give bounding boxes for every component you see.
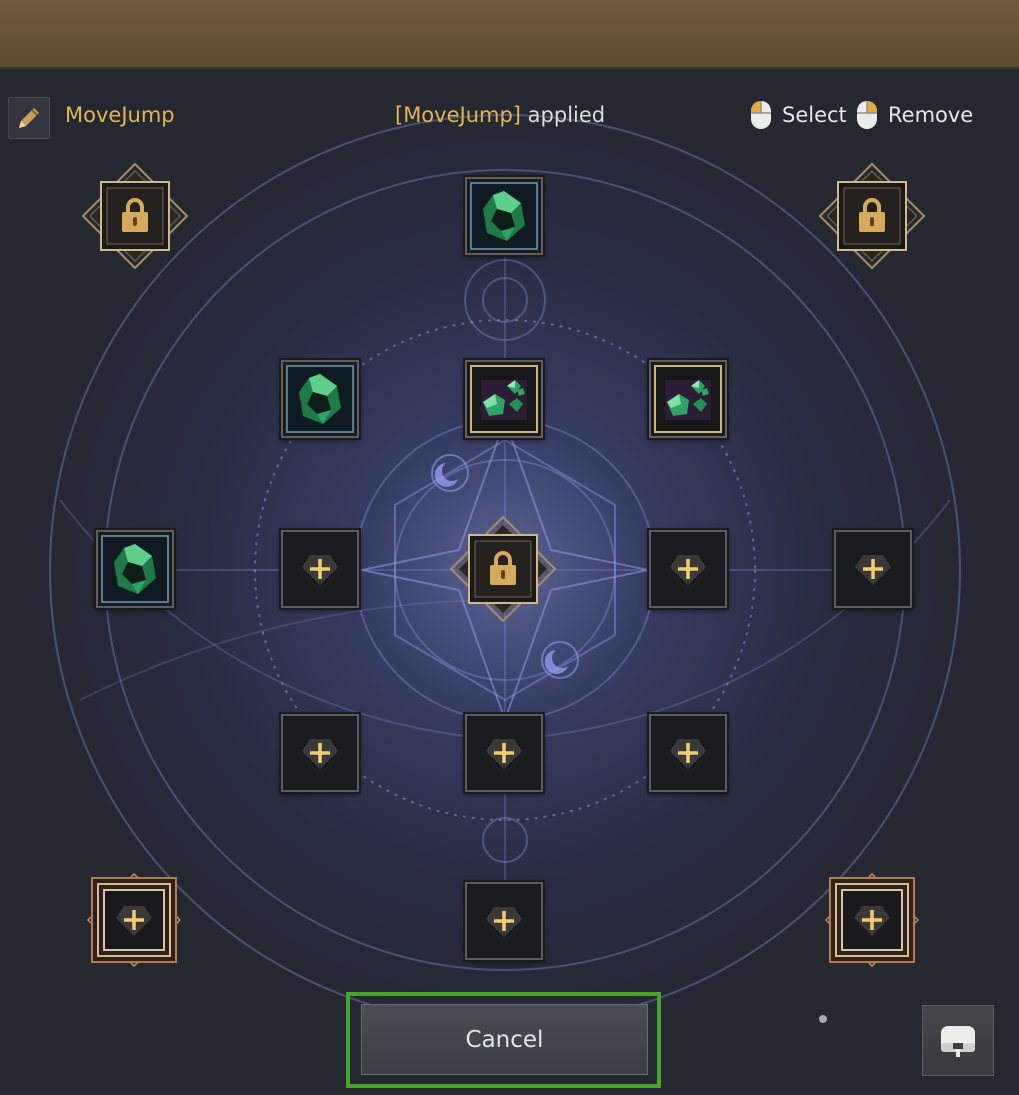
padlock-icon <box>490 551 516 585</box>
plus-gem-socket-icon <box>855 555 891 585</box>
gem-slot-middle-far-left[interactable] <box>96 530 174 608</box>
emerald-gem-cluster-icon <box>665 380 711 420</box>
window-title-bar <box>0 0 1019 69</box>
cancel-button[interactable]: Cancel <box>361 1004 648 1075</box>
empty-slot-lower-left[interactable] <box>281 714 359 792</box>
plus-gem-socket-icon <box>302 555 338 585</box>
plus-gem-socket-icon <box>486 907 522 937</box>
select-hint-label: Select <box>782 103 847 127</box>
tray-button[interactable] <box>922 1005 994 1076</box>
applied-preset-name: [MoveJump] <box>395 103 521 127</box>
plus-gem-socket-icon <box>854 906 890 936</box>
gem-slot-upper-center[interactable] <box>465 360 543 438</box>
empty-slot-middle-far-right[interactable] <box>834 530 912 608</box>
applied-message: [MoveJump] applied <box>395 100 605 130</box>
emerald-gem-icon <box>114 544 156 594</box>
emerald-gem-icon <box>483 191 525 241</box>
empty-slot-middle-right[interactable] <box>649 530 727 608</box>
gem-slot-upper-right[interactable] <box>649 360 727 438</box>
padlock-icon <box>859 198 885 232</box>
gem-slot-top-center[interactable] <box>465 177 543 255</box>
plus-gem-socket-icon <box>670 555 706 585</box>
plus-gem-socket-icon <box>486 739 522 769</box>
tray-icon <box>941 1025 975 1057</box>
empty-slot-bottom-center[interactable] <box>465 882 543 960</box>
locked-slot-top-left[interactable] <box>82 163 188 269</box>
mouse-left-click-icon <box>751 101 771 129</box>
empty-slot-lower-right[interactable] <box>649 714 727 792</box>
emerald-gem-icon <box>299 374 341 424</box>
ornate-slot-bottom-left[interactable] <box>87 873 181 967</box>
empty-slot-middle-left[interactable] <box>281 530 359 608</box>
ornate-slot-bottom-right[interactable] <box>825 873 919 967</box>
applied-suffix: applied <box>521 103 606 127</box>
remove-hint-label: Remove <box>888 103 974 127</box>
plus-gem-socket-icon <box>116 906 152 936</box>
gem-slot-upper-left[interactable] <box>281 360 359 438</box>
select-hint: Select <box>750 100 847 130</box>
plus-gem-socket-icon <box>670 739 706 769</box>
padlock-icon <box>122 198 148 232</box>
emerald-gem-cluster-icon <box>481 380 527 420</box>
pencil-icon <box>19 108 39 128</box>
locked-slot-center[interactable] <box>450 516 556 622</box>
preset-name: MoveJump <box>65 103 175 127</box>
mouse-right-click-icon <box>857 101 877 129</box>
empty-slot-lower-center[interactable] <box>465 714 543 792</box>
remove-hint: Remove <box>856 100 973 130</box>
edit-preset-button[interactable] <box>8 97 50 139</box>
plus-gem-socket-icon <box>302 739 338 769</box>
locked-slot-top-right[interactable] <box>819 163 925 269</box>
